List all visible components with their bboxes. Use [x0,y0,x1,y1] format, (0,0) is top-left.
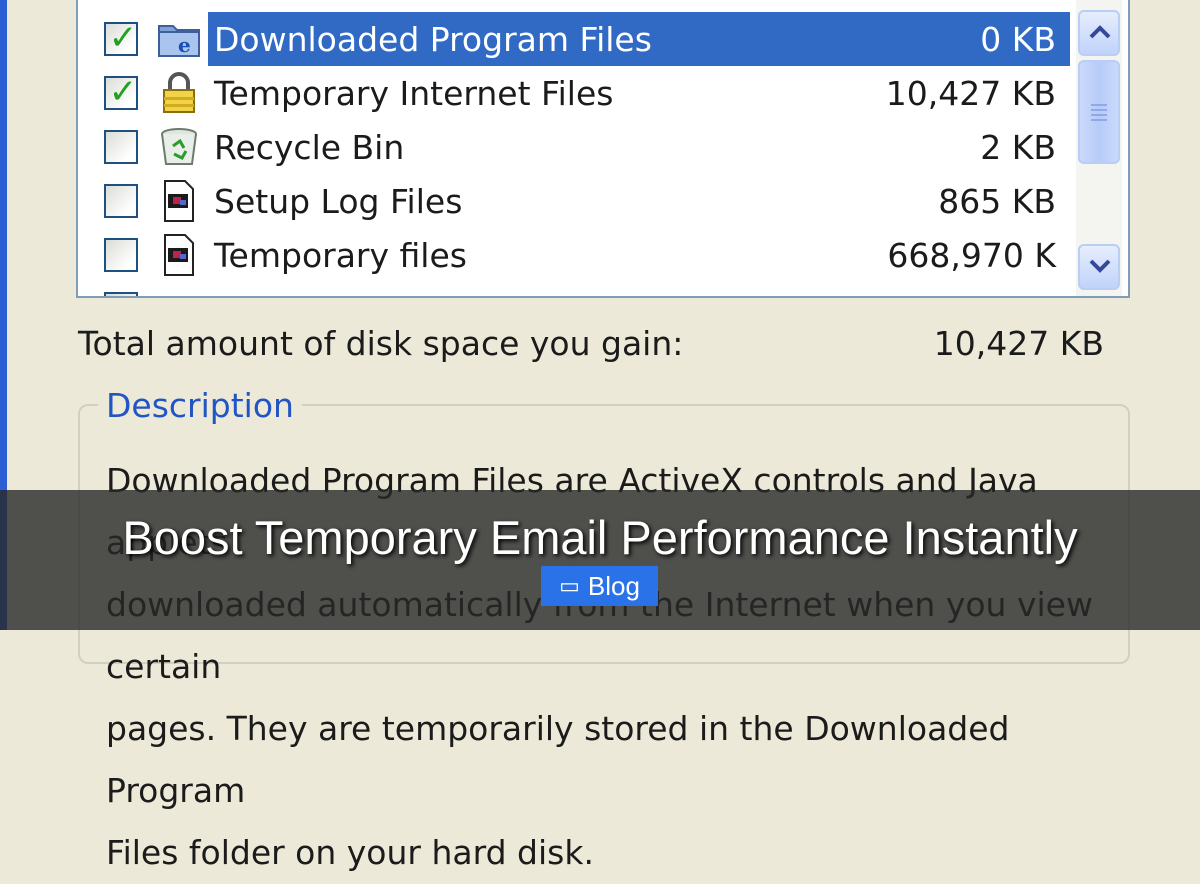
checkmark-icon: ✓ [108,72,138,112]
item-size: 2 KB [980,127,1056,167]
list-item[interactable]: ✓ Temporary Internet Files 10,427 KB [78,66,1068,120]
item-label: Downloaded Program Files [208,12,1070,66]
category-badge[interactable]: ▭ Blog [541,566,658,606]
list-item[interactable]: Temporary files 668,970 K [78,228,1068,282]
checkbox[interactable]: ✓ [104,72,138,112]
total-gain-label: Total amount of disk space you gain: [78,324,684,363]
scroll-up-button[interactable] [1078,10,1120,56]
folder-ie-icon: e [158,25,200,57]
checkmark-icon: ✓ [108,18,138,58]
description-line: pages. They are temporarily stored in th… [106,709,1010,810]
recycle-bin-icon [161,128,197,165]
chevron-down-icon [1089,259,1111,273]
checkbox[interactable] [104,184,138,218]
item-size: 10,427 KB [885,73,1056,113]
lock-icon [163,72,195,113]
description-line: Files folder on your hard disk. [106,833,594,872]
item-size: 668,970 K [887,235,1056,275]
list-item[interactable]: Setup Log Files 865 KB [78,174,1068,228]
item-size: 865 KB [938,181,1056,221]
grip-icon [1091,104,1107,124]
checkbox[interactable]: ✓ [104,18,138,58]
list-item[interactable]: ✓ e Downloaded Program Files 0 KB [78,12,1070,66]
document-icon [164,234,194,276]
total-gain-value: 10,427 KB [933,324,1104,363]
checkbox[interactable] [104,292,138,296]
item-label: Recycle Bin [214,127,405,167]
description-title: Description [98,386,302,425]
checkbox[interactable] [104,130,138,164]
folder-icon: ▭ [559,573,580,598]
chevron-up-icon [1089,25,1111,39]
cleanup-file-list[interactable]: ✓ e Downloaded Program Files 0 KB ✓ Temp… [76,0,1130,298]
item-size: 0 KB [980,19,1056,59]
scroll-down-button[interactable] [1078,244,1120,290]
list-item[interactable]: Recycle Bin 2 KB [78,120,1068,174]
category-label: Blog [587,570,640,601]
checkbox[interactable] [104,238,138,272]
article-headline: Boost Temporary Email Performance Instan… [122,511,1078,564]
list-item-partial[interactable] [78,282,1068,296]
vertical-scrollbar[interactable] [1076,0,1122,296]
svg-text:e: e [178,33,191,57]
document-icon [164,180,194,222]
scroll-thumb[interactable] [1078,60,1120,164]
